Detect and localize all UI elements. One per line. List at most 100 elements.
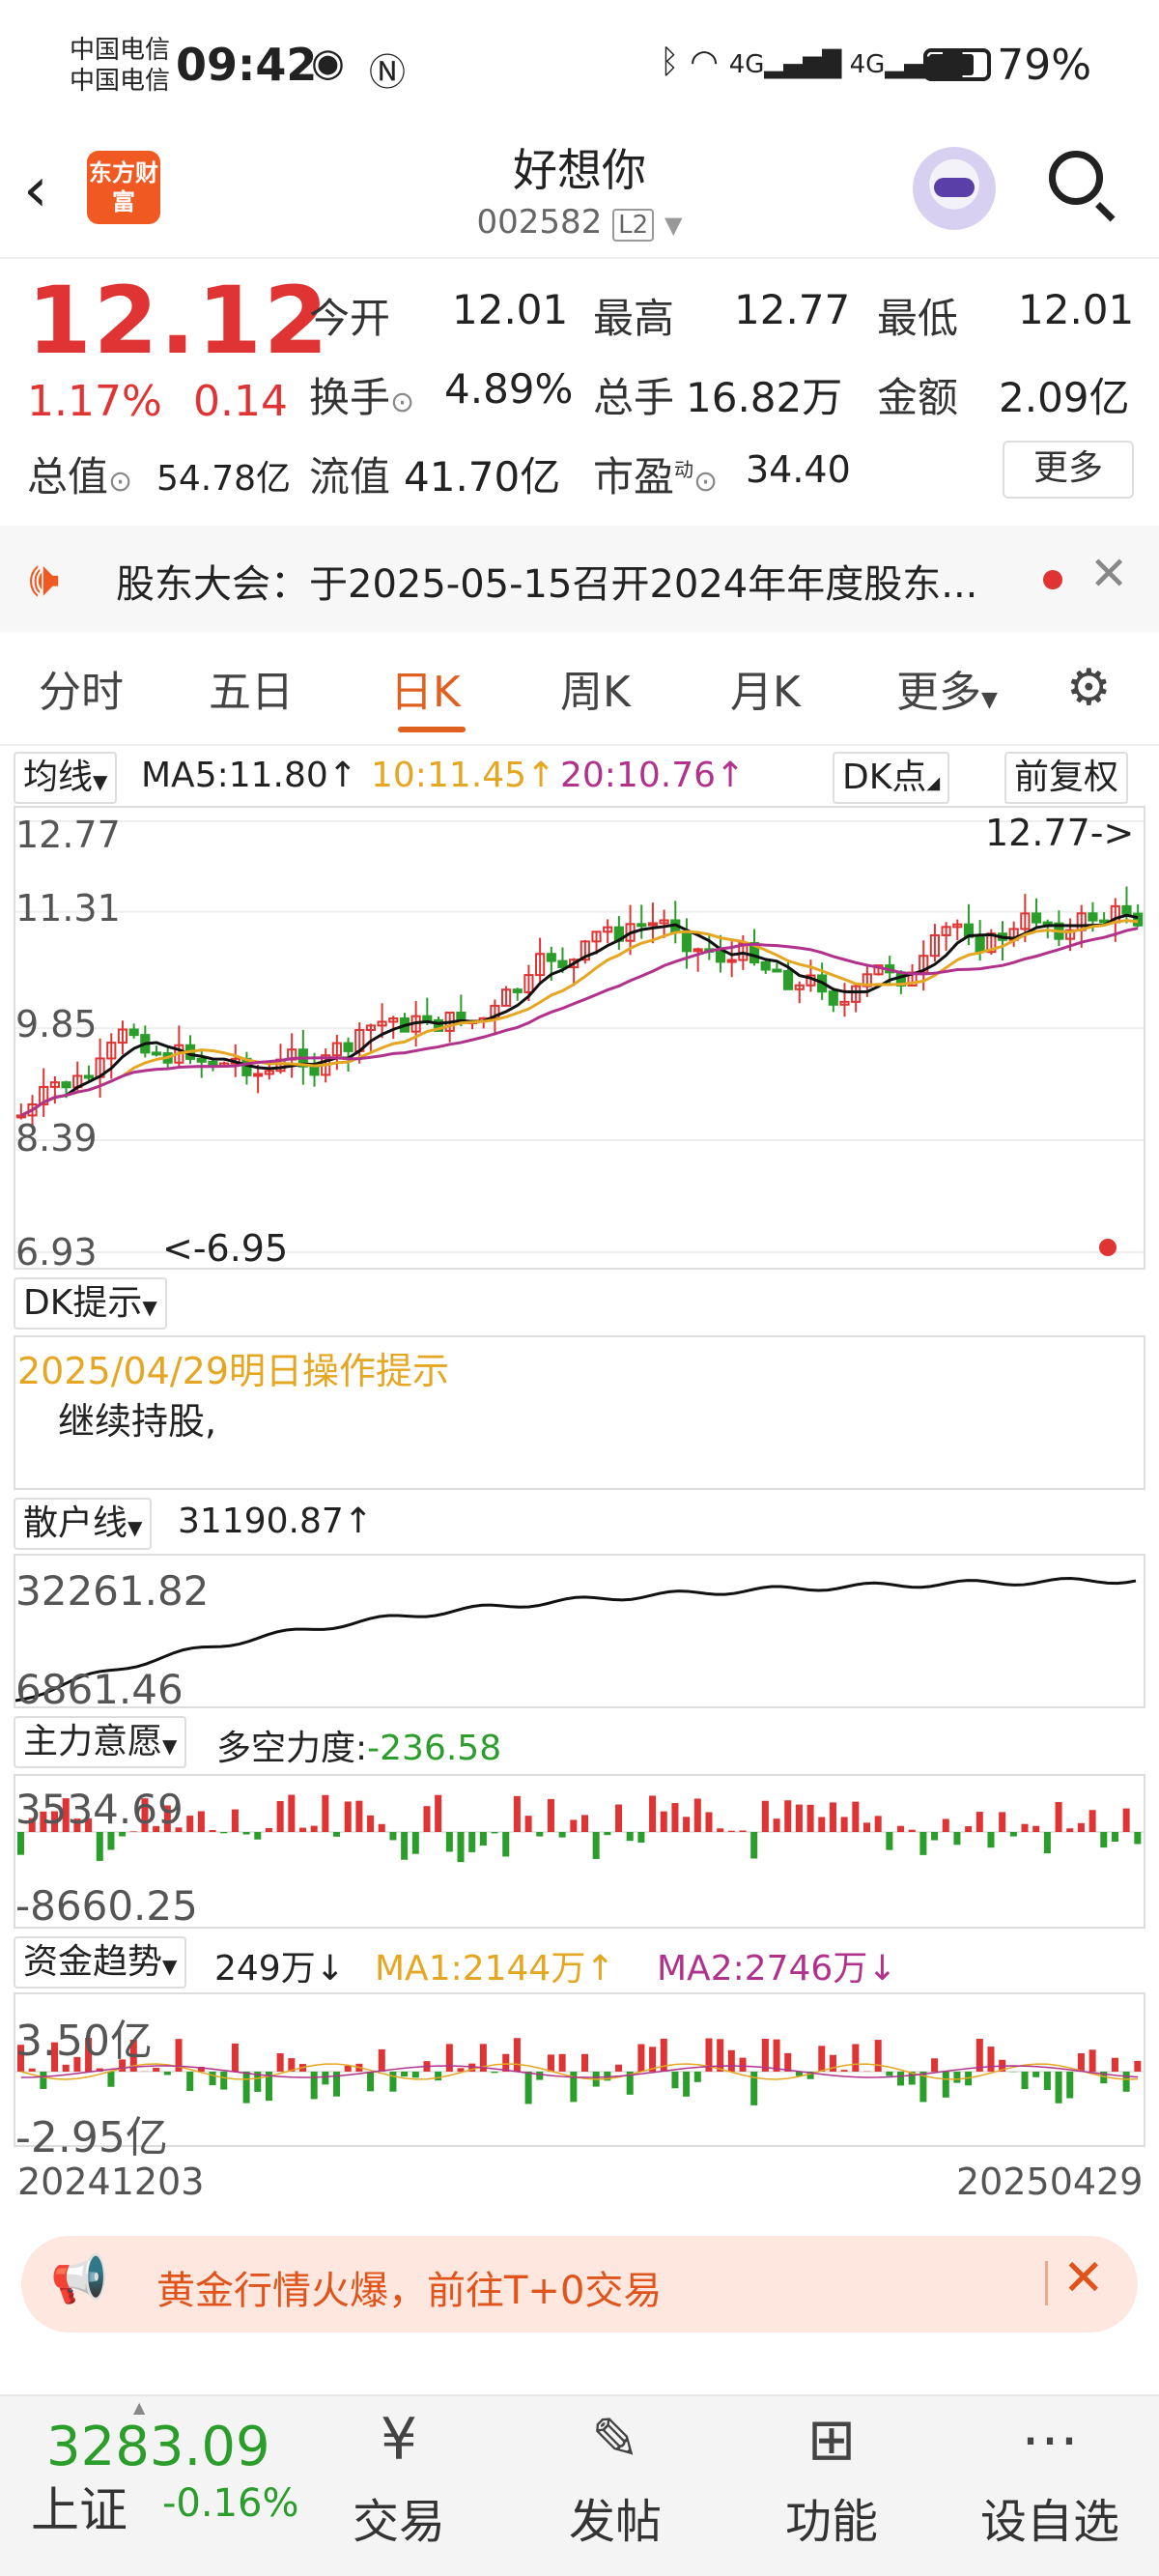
- tab-weekly-k[interactable]: 周K: [560, 657, 631, 719]
- fund-bar: [548, 2054, 554, 2072]
- fund-bar: [818, 2046, 825, 2072]
- candle-body: [1032, 913, 1040, 922]
- retail-y-bottom: 6861.46: [15, 1666, 184, 1713]
- kline-chart[interactable]: [14, 806, 1145, 1270]
- candle-body: [198, 1059, 206, 1062]
- nfc-icon: Ⓝ: [369, 43, 406, 96]
- banner-separator: [1045, 2261, 1048, 2305]
- fund-bar: [559, 2054, 566, 2072]
- signal-icons: ᛒ ◠ 4G▂▄▆█ 4G▂▄▆█: [660, 43, 962, 81]
- fund-bar: [953, 2072, 960, 2083]
- gear-icon[interactable]: ⚙: [1066, 659, 1112, 717]
- candle-body: [683, 931, 691, 951]
- force-bar: [266, 1828, 272, 1832]
- dk-point-button[interactable]: DK点◢: [833, 752, 949, 804]
- search-icon[interactable]: [1049, 151, 1103, 205]
- fund-bar: [1123, 2072, 1130, 2092]
- features-button[interactable]: ⊞ 功能: [759, 2406, 904, 2551]
- tab-daily-k[interactable]: 日K: [390, 657, 461, 719]
- force-bar: [627, 1832, 634, 1841]
- trade-button[interactable]: ¥ 交易: [326, 2406, 471, 2551]
- clock: 09:42: [176, 39, 317, 91]
- open-value: 12.01: [452, 286, 568, 333]
- post-button[interactable]: ✎ 发帖: [543, 2406, 688, 2551]
- force-bar: [1032, 1826, 1039, 1832]
- retail-line-select[interactable]: 散户线▼: [14, 1498, 152, 1550]
- force-bar: [97, 1832, 103, 1861]
- close-icon[interactable]: ✕: [1089, 547, 1128, 601]
- pe-label: 市盈动⊙: [593, 444, 718, 503]
- fund-bar: [435, 2072, 441, 2080]
- index-name[interactable]: 上证: [31, 2472, 127, 2541]
- candle-body: [344, 1044, 352, 1051]
- add-watchlist-button[interactable]: ⋯ 设自选: [977, 2406, 1122, 2551]
- info-icon[interactable]: ⊙: [693, 465, 718, 499]
- force-bar: [446, 1832, 453, 1851]
- force-bar: [965, 1826, 972, 1832]
- force-bar: [852, 1802, 859, 1832]
- candle-body: [784, 971, 792, 989]
- fund-bar: [29, 2069, 36, 2072]
- chevron-up-icon[interactable]: ▲: [133, 2398, 145, 2417]
- open-label: 今开: [309, 286, 390, 345]
- y-label-high: 12.77: [15, 814, 121, 856]
- promo-text[interactable]: 黄金行情火爆，前往T+0交易: [156, 2259, 662, 2315]
- eye-icon: ◉: [311, 41, 345, 85]
- tab-five-day[interactable]: 五日: [209, 657, 294, 719]
- dk-hint-select[interactable]: DK提示▼: [14, 1277, 167, 1330]
- force-bar: [863, 1822, 870, 1832]
- mktcap-value: 54.78亿: [156, 450, 291, 501]
- tab-monthly-k[interactable]: 月K: [730, 657, 801, 719]
- fund-bar: [458, 2068, 465, 2072]
- force-bar: [886, 1832, 892, 1850]
- force-bar: [355, 1801, 362, 1832]
- chevron-down-icon: ▼: [664, 212, 682, 239]
- fund-y-top: 3.50亿: [15, 2006, 153, 2068]
- adjust-button[interactable]: 前复权: [1004, 752, 1128, 804]
- candle-body: [976, 937, 984, 952]
- index-change: -0.16%: [162, 2481, 299, 2526]
- grid-icon: ⊞: [759, 2406, 904, 2474]
- fund-bar: [210, 2072, 216, 2085]
- dk-hint-date: 2025/04/29明日操作提示: [17, 1341, 449, 1394]
- fund-bar: [232, 2044, 239, 2072]
- candle-body: [254, 1073, 262, 1075]
- info-icon[interactable]: ⊙: [108, 465, 132, 499]
- force-bar: [254, 1832, 261, 1840]
- fund-bar: [897, 2072, 904, 2085]
- candle-body: [1134, 914, 1142, 926]
- tab-more[interactable]: 更多▼: [896, 657, 998, 719]
- battery-icon: [923, 48, 991, 81]
- force-bar: [762, 1801, 769, 1832]
- fund-trend-chart[interactable]: [14, 1992, 1145, 2147]
- force-bar: [671, 1803, 678, 1832]
- high-value: 12.77: [734, 286, 850, 333]
- force-bar: [243, 1832, 250, 1835]
- force-bar: [401, 1832, 408, 1860]
- ma-select[interactable]: 均线▼: [14, 752, 117, 804]
- main-force-label: 多空力度:-236.58: [216, 1720, 501, 1770]
- fund-bar: [1066, 2072, 1073, 2099]
- close-icon[interactable]: ✕: [1062, 2249, 1105, 2307]
- candle-body: [762, 962, 770, 969]
- notice-text[interactable]: 股东大会：于2025-05-15召开2024年年度股东...: [116, 553, 977, 609]
- fund-bar: [931, 2058, 938, 2072]
- fund-bar: [220, 2072, 227, 2090]
- force-bar: [953, 1832, 960, 1845]
- assistant-avatar[interactable]: [913, 147, 996, 230]
- fund-trend-select[interactable]: 资金趋势▼: [14, 1936, 186, 1989]
- index-price[interactable]: 3283.09: [46, 2416, 270, 2478]
- yuan-icon: ¥: [326, 2406, 471, 2474]
- low-marker: <-6.95: [162, 1227, 288, 1270]
- main-force-select[interactable]: 主力意愿▼: [14, 1716, 186, 1768]
- tab-intraday[interactable]: 分时: [39, 657, 124, 719]
- fund-bar: [581, 2054, 588, 2072]
- fund-bar: [311, 2072, 318, 2099]
- force-bar: [919, 1832, 926, 1855]
- fund-bar: [943, 2072, 949, 2098]
- fund-bar: [525, 2072, 532, 2104]
- info-icon[interactable]: ⊙: [390, 386, 414, 419]
- fund-bar: [784, 2053, 791, 2072]
- force-bar: [705, 1812, 712, 1832]
- more-button[interactable]: 更多: [1003, 441, 1134, 499]
